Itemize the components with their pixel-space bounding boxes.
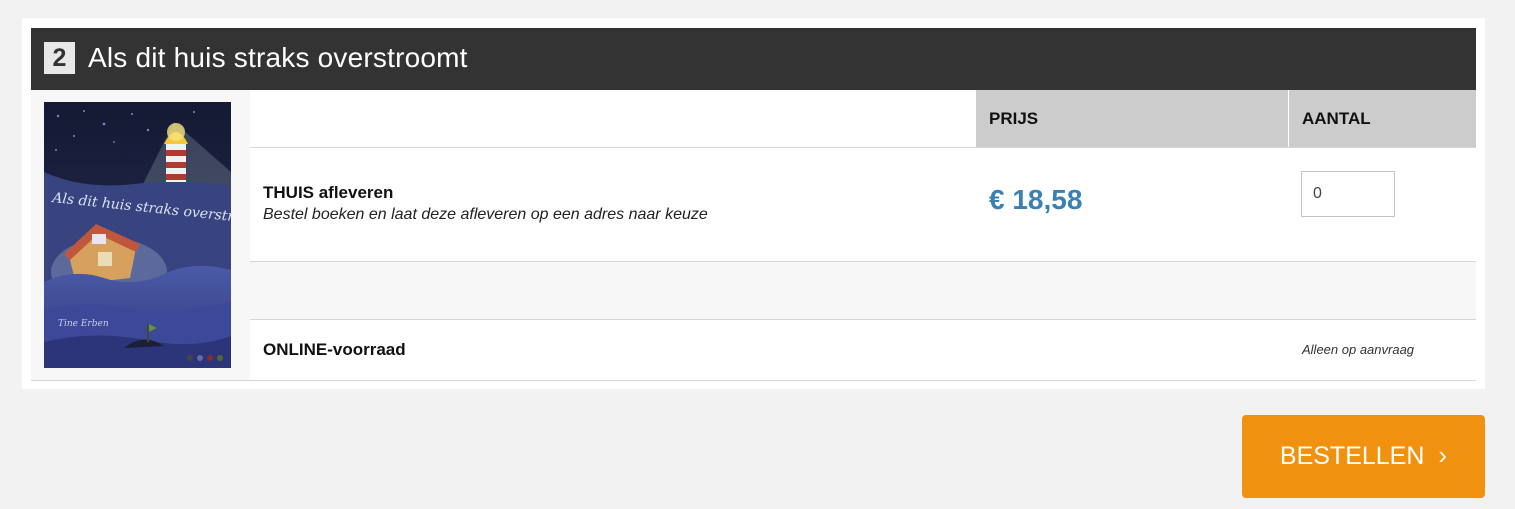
product-title: Als dit huis straks overstroomt: [88, 42, 468, 73]
order-button[interactable]: BESTELLEN ›: [1242, 415, 1485, 498]
delivery-option-title: THUIS afleveren: [263, 183, 394, 202]
book-cover-image: Als dit huis straks overstroomt Tine Erb…: [44, 102, 231, 368]
online-stock-label: ONLINE-voorraad: [263, 340, 406, 359]
table-header-row: PRIJS AANTAL: [250, 90, 1476, 148]
price-column-header: PRIJS: [976, 90, 1288, 147]
availability-status: Alleen op aanvraag: [1302, 342, 1415, 357]
quantity-header-label: AANTAL: [1302, 109, 1371, 128]
step-number-badge: 2: [44, 42, 75, 74]
online-stock-row: ONLINE-voorraad Alleen op aanvraag: [250, 320, 1476, 380]
quantity-column-header: AANTAL: [1289, 90, 1476, 147]
divider: [31, 380, 1476, 381]
product-title-bar: 2 Als dit huis straks overstroomt: [31, 28, 1476, 90]
empty-row: [250, 262, 1476, 320]
delivery-option-description: Bestel boeken en laat deze afleveren op …: [263, 206, 708, 223]
chevron-right-icon: ›: [1438, 439, 1448, 470]
quantity-input[interactable]: [1301, 171, 1395, 217]
product-order-panel: 2 Als dit huis straks overstroomt Als di…: [22, 18, 1485, 389]
svg-text:Tine Erben: Tine Erben: [58, 319, 109, 329]
order-button-label: BESTELLEN: [1279, 442, 1425, 470]
cover-container: Als dit huis straks overstroomt Tine Erb…: [31, 90, 250, 380]
price-value: € 18,58: [989, 184, 1083, 215]
price-header-label: PRIJS: [989, 109, 1039, 128]
delivery-option-row: THUIS afleveren Bestel boeken en laat de…: [250, 148, 1476, 262]
